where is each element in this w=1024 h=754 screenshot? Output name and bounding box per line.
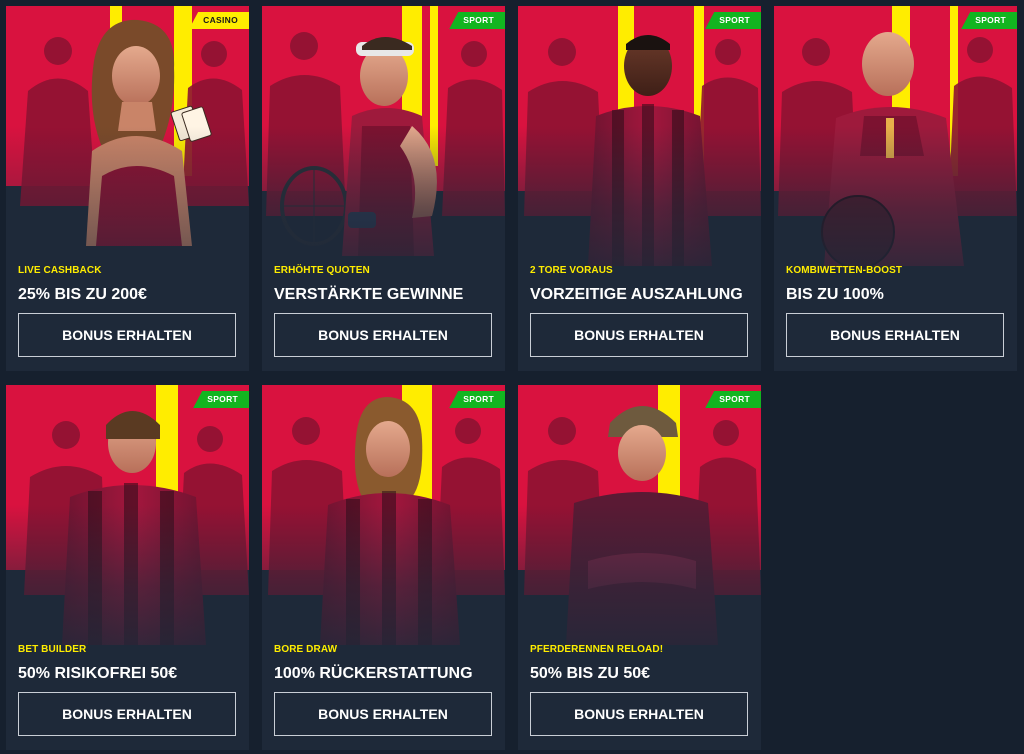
promo-title: 100% RÜCKERSTATTUNG xyxy=(274,665,473,682)
promo-artwork xyxy=(518,6,761,306)
bonus-button[interactable]: BONUS ERHALTEN xyxy=(274,313,492,357)
promo-subtitle: ERHÖHTE QUOTEN xyxy=(274,265,370,276)
promo-artwork xyxy=(262,6,505,306)
promo-subtitle: LIVE CASHBACK xyxy=(18,265,102,276)
category-badge: SPORT xyxy=(705,391,761,408)
promo-card-2-tore-voraus[interactable]: SPORT 2 TORE VORAUS VORZEITIGE AUSZAHLUN… xyxy=(518,6,761,371)
bonus-button[interactable]: BONUS ERHALTEN xyxy=(18,313,236,357)
bonus-button[interactable]: BONUS ERHALTEN xyxy=(530,313,748,357)
bonus-button[interactable]: BONUS ERHALTEN xyxy=(274,692,492,736)
promo-card-bore-draw[interactable]: SPORT BORE DRAW 100% RÜCKERSTATTUNG BONU… xyxy=(262,385,505,750)
promo-title: 50% RISIKOFREI 50€ xyxy=(18,665,178,682)
promo-card-kombiwetten-boost[interactable]: SPORT KOMBIWETTEN-BOOST BIS ZU 100% BONU… xyxy=(774,6,1017,371)
promo-artwork xyxy=(262,385,505,685)
promo-title: 25% BIS ZU 200€ xyxy=(18,286,147,303)
promo-card-pferderennen-reload[interactable]: SPORT PFERDERENNEN RELOAD! 50% BIS ZU 50… xyxy=(518,385,761,750)
category-badge: SPORT xyxy=(705,12,761,29)
promo-title: 50% BIS ZU 50€ xyxy=(530,665,651,682)
promo-subtitle: KOMBIWETTEN-BOOST xyxy=(786,265,903,276)
promo-artwork xyxy=(6,385,249,685)
bonus-button[interactable]: BONUS ERHALTEN xyxy=(18,692,236,736)
category-badge: SPORT xyxy=(961,12,1017,29)
promo-subtitle: BET BUILDER xyxy=(18,644,87,655)
promotions-grid: CASINO LIVE CASHBACK 25% BIS ZU 200€ BON… xyxy=(6,6,1017,750)
promo-title: VORZEITIGE AUSZAHLUNG xyxy=(530,286,743,303)
promo-subtitle: PFERDERENNEN RELOAD! xyxy=(530,644,664,655)
category-badge: SPORT xyxy=(449,391,505,408)
promo-title: BIS ZU 100% xyxy=(786,286,884,303)
category-badge: SPORT xyxy=(449,12,505,29)
promo-artwork xyxy=(6,6,249,306)
category-badge: SPORT xyxy=(193,391,249,408)
promo-card-erhoehte-quoten[interactable]: SPORT ERHÖHTE QUOTEN VERSTÄRKTE GEWINNE … xyxy=(262,6,505,371)
promo-subtitle: 2 TORE VORAUS xyxy=(530,265,613,276)
promo-title: VERSTÄRKTE GEWINNE xyxy=(274,286,464,303)
bonus-button[interactable]: BONUS ERHALTEN xyxy=(786,313,1004,357)
promo-artwork xyxy=(518,385,761,685)
promo-artwork xyxy=(774,6,1017,306)
promo-subtitle: BORE DRAW xyxy=(274,644,338,655)
bonus-button[interactable]: BONUS ERHALTEN xyxy=(530,692,748,736)
promo-card-live-cashback[interactable]: CASINO LIVE CASHBACK 25% BIS ZU 200€ BON… xyxy=(6,6,249,371)
promo-card-bet-builder[interactable]: SPORT BET BUILDER 50% RISIKOFREI 50€ BON… xyxy=(6,385,249,750)
category-badge: CASINO xyxy=(189,12,249,29)
